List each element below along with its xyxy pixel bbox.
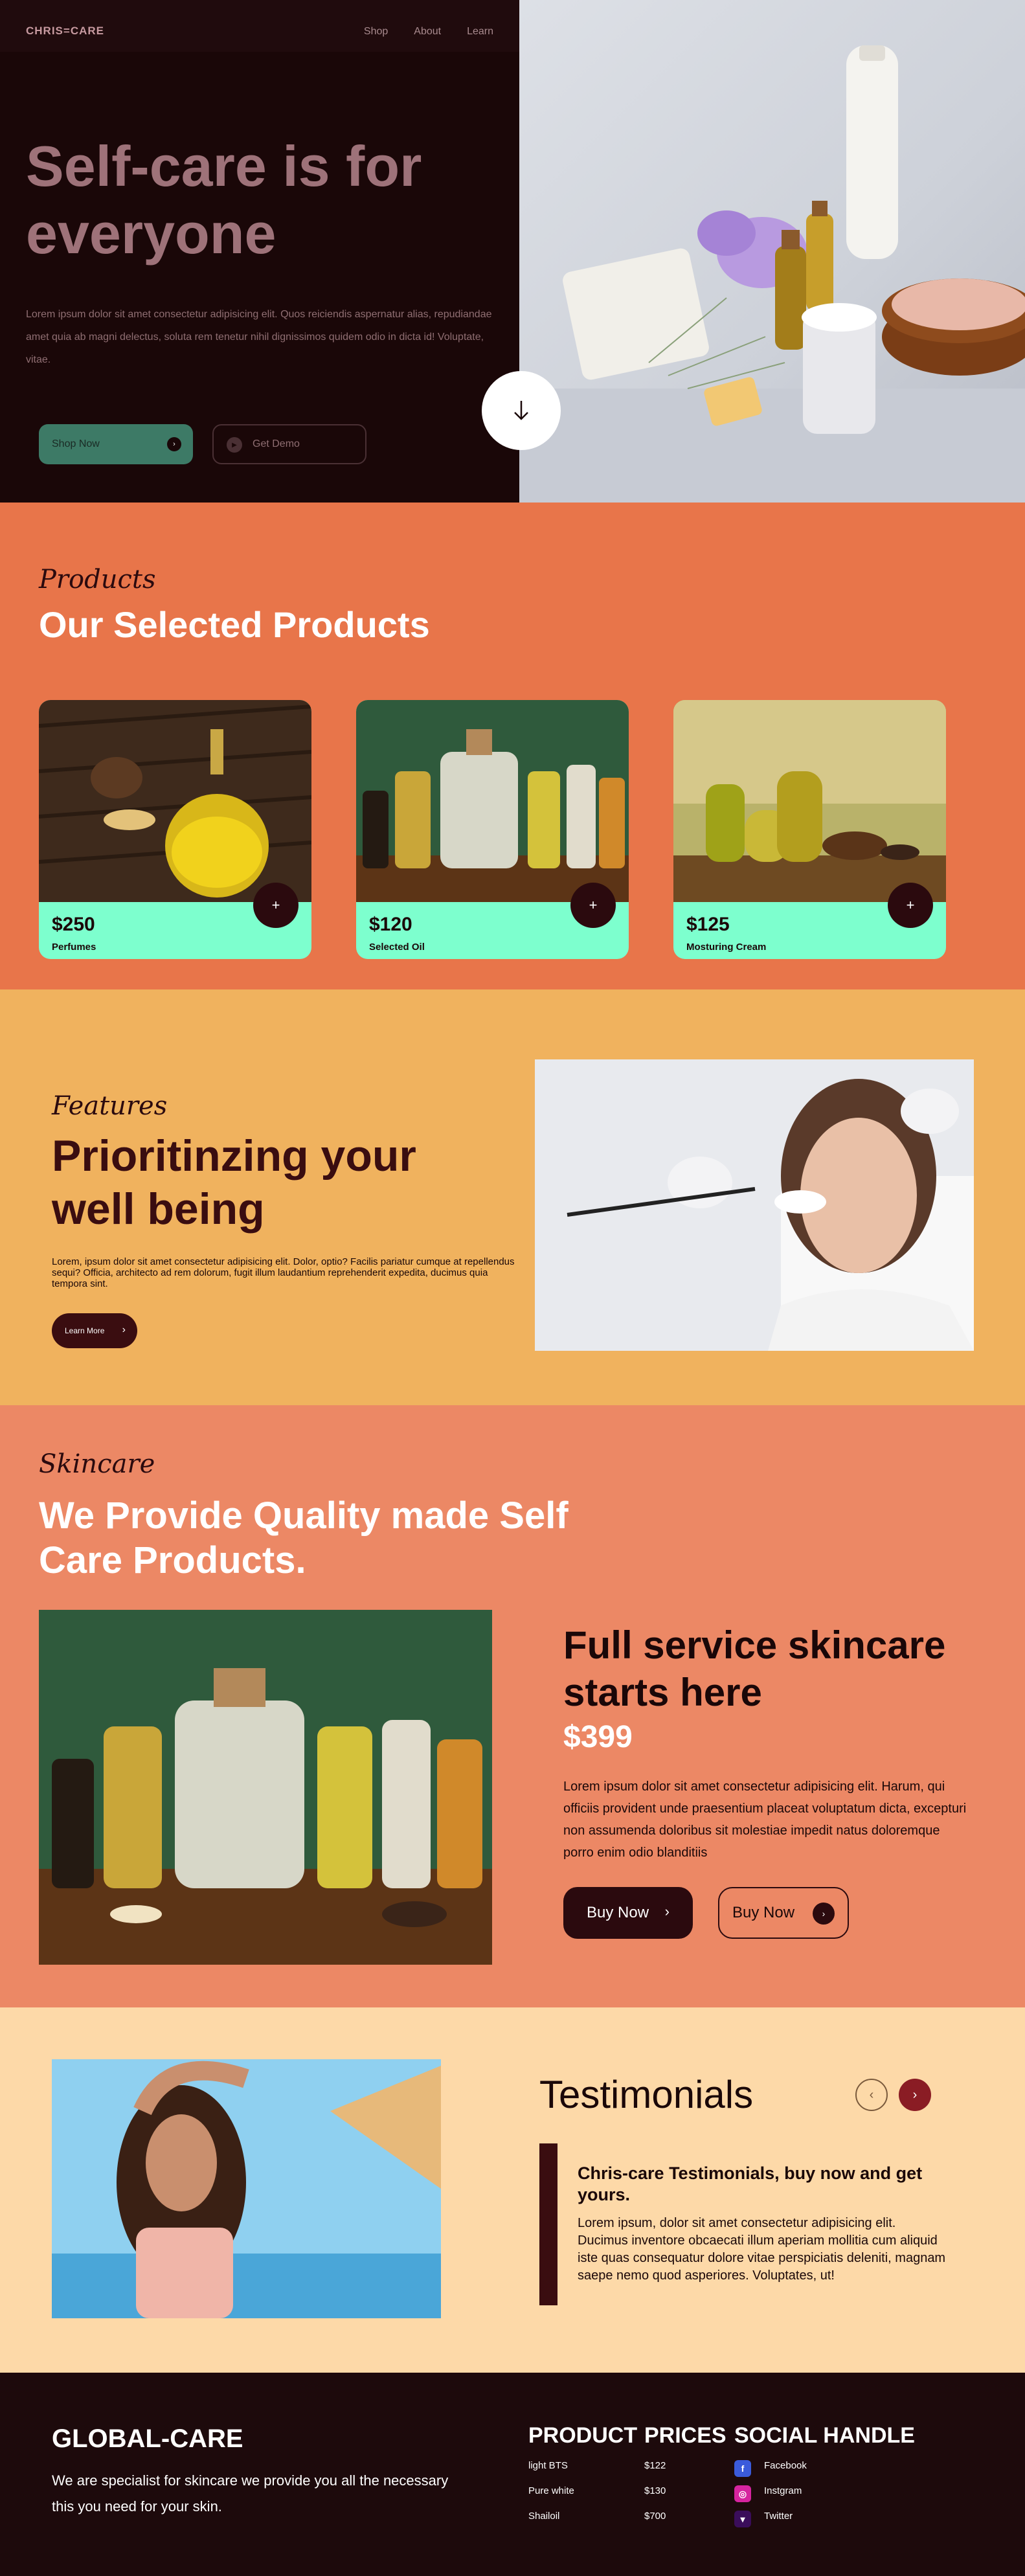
product-price: $120: [369, 914, 412, 935]
testimonial-text: Lorem ipsum, dolor sit amet consectetur …: [578, 2216, 946, 2283]
testimonial-portrait-image: [52, 2059, 441, 2318]
social-link-instagram[interactable]: ◎ Instgram: [734, 2485, 915, 2511]
twitter-icon: ▾: [734, 2511, 751, 2527]
add-to-cart-button[interactable]: +: [570, 883, 616, 928]
scroll-down-button[interactable]: [482, 371, 561, 450]
add-to-cart-button[interactable]: +: [253, 883, 298, 928]
learn-more-label: Learn More: [65, 1326, 105, 1335]
hero-title: Self-care is for everyone: [26, 134, 422, 266]
footer-prices-column: PRICES $122 $130 $700: [644, 2423, 727, 2536]
features-title: Prioritinzing your well being: [52, 1131, 416, 1234]
olive-oil-image: [673, 700, 946, 902]
buy-now-outline-button[interactable]: Buy Now ›: [718, 1887, 849, 1939]
skincare-price: $399: [563, 1720, 633, 1754]
footer-product-header: PRODUCT: [528, 2423, 638, 2448]
hero-section: CHRIS=CARE Shop About Learn Self-care is…: [0, 0, 1025, 503]
skincare-heading: Full service skincare starts here: [563, 1623, 946, 1714]
chevron-left-icon[interactable]: ‹: [855, 2079, 888, 2111]
product-price: $125: [686, 914, 730, 935]
skincare-products-illustration: [519, 45, 1025, 503]
products-script-label: Products: [39, 565, 156, 594]
oil-bottles-image: [39, 1610, 492, 1965]
footer-social-column: SOCIAL HANDLE f Facebook ◎ Instgram ▾ Tw…: [734, 2423, 915, 2536]
nav-about-link[interactable]: About: [414, 26, 441, 38]
hero-description: Lorem ipsum dolor sit amet consectetur a…: [26, 309, 492, 365]
play-icon: ▶: [227, 437, 242, 453]
facebook-icon: f: [734, 2460, 751, 2477]
product-card[interactable]: + $120 Selected Oil: [356, 700, 629, 959]
footer-price-item: $122: [644, 2460, 666, 2471]
shop-now-label: Shop Now: [52, 438, 100, 449]
products-title: Our Selected Products: [39, 604, 430, 645]
navbar: CHRIS=CARE Shop About Learn: [0, 0, 519, 52]
footer-prices-header: PRICES: [644, 2423, 727, 2448]
chevron-right-icon: ›: [122, 1324, 126, 1335]
arrow-right-icon: ›: [813, 1903, 835, 1925]
buy-now-label: Buy Now: [587, 1904, 649, 1921]
features-section: Features Prioritinzing your well being L…: [0, 989, 1025, 1405]
footer-tagline: We are specialist for skincare we provid…: [52, 2472, 449, 2514]
hero-product-image: [519, 0, 1025, 503]
footer-social-header: SOCIAL HANDLE: [734, 2423, 915, 2448]
testimonials-title: Testimonials: [539, 2073, 754, 2116]
footer-product-item[interactable]: Shailoil: [528, 2511, 637, 2536]
instagram-icon: ◎: [734, 2485, 751, 2502]
nav-learn-link[interactable]: Learn: [467, 26, 493, 38]
footer-product-item[interactable]: light BTS: [528, 2460, 637, 2485]
product-price: $250: [52, 914, 95, 935]
arrow-down-icon: [514, 401, 528, 420]
skincare-title: We Provide Quality made Self Care Produc…: [39, 1495, 569, 1581]
testimonial-heading: Chris-care Testimonials, buy now and get…: [578, 2164, 923, 2204]
essential-oils-image: [356, 700, 629, 902]
get-demo-button[interactable]: ▶ Get Demo: [212, 424, 366, 464]
nav-shop-link[interactable]: Shop: [364, 26, 388, 38]
skincare-section: Skincare We Provide Quality made Self Ca…: [0, 1405, 1025, 2007]
arrow-right-icon: ›: [167, 437, 181, 451]
product-card[interactable]: + $125 Mosturing Cream: [673, 700, 946, 959]
quote-bar: [539, 2143, 558, 2305]
buy-now-outline-label: Buy Now: [732, 1904, 795, 1921]
skincare-description: Lorem ipsum dolor sit amet consectetur a…: [563, 1779, 967, 1860]
brand-logo[interactable]: CHRIS=CARE: [26, 25, 104, 38]
features-script-label: Features: [52, 1091, 168, 1121]
learn-more-button[interactable]: Learn More ›: [52, 1313, 137, 1348]
perfume-oil-image: [39, 700, 311, 902]
footer-product-item[interactable]: Pure white: [528, 2485, 637, 2511]
products-section: Products Our Selected Products + $250 Pe…: [0, 503, 1025, 989]
get-demo-label: Get Demo: [253, 438, 300, 449]
footer-price-item: $700: [644, 2511, 666, 2522]
product-name: Perfumes: [52, 942, 96, 953]
page: CHRIS=CARE Shop About Learn Self-care is…: [0, 0, 1025, 2576]
facial-treatment-image: [535, 1059, 974, 1351]
skincare-script-label: Skincare: [39, 1449, 155, 1479]
social-label: Twitter: [764, 2511, 793, 2522]
testimonials-section: Testimonials ‹ › Chris-care Testimonials…: [0, 2007, 1025, 2373]
social-label: Instgram: [764, 2485, 802, 2496]
product-name: Mosturing Cream: [686, 942, 767, 953]
shop-now-button[interactable]: Shop Now ›: [39, 424, 193, 464]
add-to-cart-button[interactable]: +: [888, 883, 933, 928]
footer-price-item: $130: [644, 2485, 666, 2496]
product-name: Selected Oil: [369, 942, 425, 953]
buy-now-button[interactable]: Buy Now ›: [563, 1887, 693, 1939]
features-description: Lorem, ipsum dolor sit amet consectetur …: [52, 1256, 515, 1289]
chevron-right-icon: ›: [664, 1903, 670, 1919]
footer-products-column: PRODUCT light BTS Pure white Shailoil: [528, 2423, 637, 2536]
social-link-facebook[interactable]: f Facebook: [734, 2460, 915, 2485]
footer: GLOBAL-CARE We are specialist for skinca…: [0, 2373, 1025, 2576]
footer-title: GLOBAL-CARE: [52, 2424, 243, 2453]
product-card[interactable]: + $250 Perfumes: [39, 700, 311, 959]
social-label: Facebook: [764, 2460, 807, 2471]
chevron-right-icon[interactable]: ›: [899, 2079, 931, 2111]
social-link-twitter[interactable]: ▾ Twitter: [734, 2511, 915, 2536]
hero-left-panel: CHRIS=CARE Shop About Learn Self-care is…: [0, 0, 519, 503]
nav-links: Shop About Learn: [364, 26, 493, 38]
